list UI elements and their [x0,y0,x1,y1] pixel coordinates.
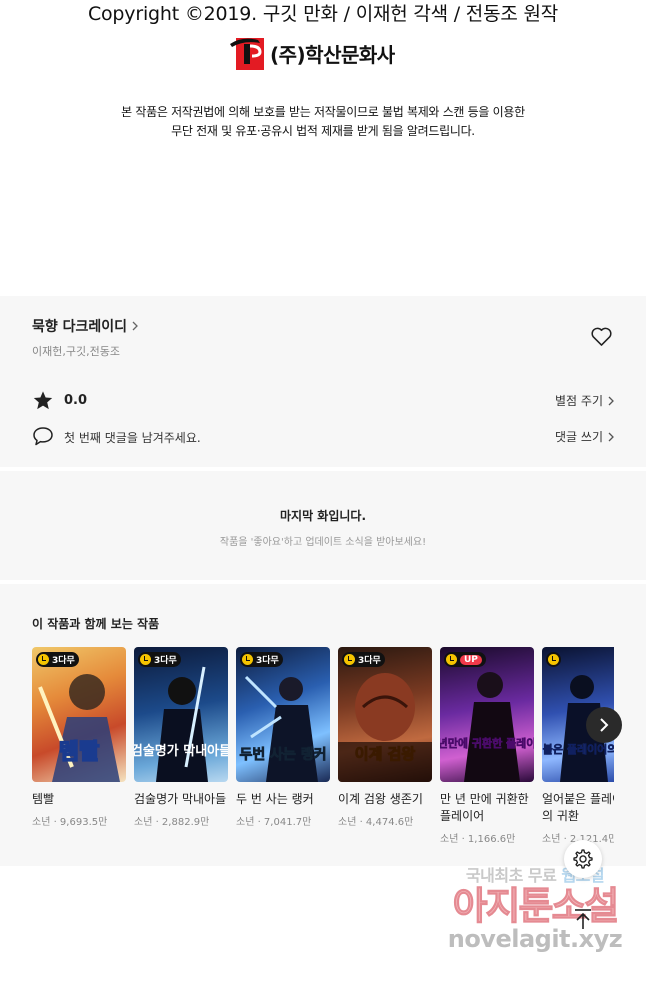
recommend-list: 템빨 3다무 템빨 소년 · 9,693.5만 검술명가 막내아들 3다무 검술… [32,647,614,857]
cover-image: 검술명가 막내아들 3다무 [134,647,228,782]
badge: UP [444,652,486,667]
badge-label: UP [460,654,482,665]
card-meta: 소년 · 9,693.5만 [32,817,108,828]
rate-button-label: 별점 주기 [555,394,603,408]
clock-icon [344,654,355,665]
rate-button[interactable]: 별점 주기 [555,392,614,409]
cover-art: 두번 사는 랭커 [239,675,327,782]
clock-icon [38,654,49,665]
last-episode-box: 마지막 화입니다. 작품을 '좋아요'하고 업데이트 소식을 받아보세요! [0,470,646,580]
badge-label: 3다무 [154,656,177,666]
cover-art: 템빨 [38,674,120,782]
heart-icon[interactable] [590,326,613,347]
copyright-text: Copyright ©2019. 구깃 만화 / 이재헌 각색 / 전동조 원작 [87,3,559,25]
recommend-card[interactable]: 두번 사는 랭커 3다무 두 번 사는 랭커 소년 · 7,041.7만 [236,647,330,828]
badge: 3다무 [138,652,181,667]
work-authors: 이재헌,구깃,전동조 [32,345,120,358]
recommend-card[interactable]: 템빨 3다무 템빨 소년 · 9,693.5만 [32,647,126,828]
recommend-card[interactable]: 얼어붙은 플레이어의 귀환 얼어붙은 플레이어의 귀환 소년 · 2,121.4… [542,647,614,845]
badge: 3다무 [36,652,79,667]
badge-label: 3다무 [358,656,381,666]
haksan-logo-icon [230,38,264,70]
settings-button[interactable] [564,840,602,878]
badge [546,652,561,667]
comment-prompt: 첫 번째 댓글을 남겨주세요. [64,431,201,445]
chevron-right-icon [600,718,609,732]
card-title: 이계 검왕 생존기 [338,792,423,806]
rating-value: 0.0 [64,393,88,408]
recommend-card[interactable]: 이계 검왕 3다무 이계 검왕 생존기 소년 · 4,474.6만 [338,647,432,828]
comment-bubble-icon [33,427,53,446]
card-title: 만 년 만에 귀환한 플레이어 [440,792,529,823]
card-title: 템빨 [32,792,55,806]
recommend-card[interactable]: 만년만에 귀환한 플레이어 UP 만 년 만에 귀환한 플레이어 소년 · 1,… [440,647,534,845]
arrow-up-icon [575,909,591,929]
cover-image: 템빨 3다무 [32,647,126,782]
badge-label: 3다무 [52,656,75,666]
work-info-panel: 묵향 다크레이디 이재헌,구깃,전동조 0.0 별점 주기 첫 번째 댓글을 남… [0,296,646,866]
comment-row: 첫 번째 댓글을 남겨주세요. 댓글 쓰기 [32,426,614,448]
publisher-name: (주)학산문화사 [270,42,395,67]
watermark-text-a: 국내최초 무료 [465,866,562,885]
card-meta: 소년 · 7,041.7만 [236,817,312,828]
chevron-right-icon [608,432,614,441]
badge-label: 3다무 [256,656,279,666]
cover-image: 두번 사는 랭커 3다무 [236,647,330,782]
cover-image: 만년만에 귀환한 플레이어 UP [440,647,534,782]
cover-text: 템빨 [59,740,99,765]
card-meta: 소년 · 4,474.6만 [338,817,414,828]
clock-icon [140,654,151,665]
chevron-right-icon [608,396,614,405]
card-title: 얼어붙은 플레이어의 귀환 [542,792,614,823]
copyright-notice: 본 작품은 저작권법에 의해 보호를 받는 저작물이므로 불법 복제와 스캔 등… [0,103,646,141]
chevron-right-icon [132,321,138,331]
star-icon [33,391,53,410]
card-title: 검술명가 막내아들 [134,792,227,806]
work-title: 묵향 다크레이디 [32,319,128,335]
rating-row: 0.0 별점 주기 [32,390,614,412]
card-title: 두 번 사는 랭커 [236,792,314,806]
cover-text: 만년만에 귀환한 플레이어 [440,736,534,750]
cover-art: 만년만에 귀환한 플레이어 [440,672,534,782]
write-comment-label: 댓글 쓰기 [555,430,603,444]
divider [0,580,646,584]
watermark-line-1: 국내최초 무료 웹소설 [440,862,630,886]
badge: 3다무 [342,652,385,667]
publisher-logo: (주)학산문화사 [228,34,395,72]
card-meta: 소년 · 1,166.6만 [440,834,516,845]
clock-icon [446,654,457,665]
recommend-heading: 이 작품과 함께 보는 작품 [32,617,160,631]
last-episode-subtitle: 작품을 '좋아요'하고 업데이트 소식을 받아보세요! [219,537,427,548]
card-meta: 소년 · 2,882.9만 [134,817,210,828]
cover-text: 얼어붙은 플레이어의 귀환 [542,742,614,756]
carousel-next-button[interactable] [586,707,622,743]
cover-text: 이계 검왕 [355,745,416,763]
cover-text: 검술명가 막내아들 [134,743,228,759]
clock-icon [242,654,253,665]
scroll-top-button[interactable] [564,900,602,938]
notice-line-1: 본 작품은 저작권법에 의해 보호를 받는 저작물이므로 불법 복제와 스캔 등… [121,105,525,119]
cover-art: 이계 검왕 [338,673,432,782]
cover-image: 이계 검왕 3다무 [338,647,432,782]
clock-icon [548,654,559,665]
comic-end-page: Copyright ©2019. 구깃 만화 / 이재헌 각색 / 전동조 원작… [0,0,646,296]
recommend-card[interactable]: 검술명가 막내아들 3다무 검술명가 막내아들 소년 · 2,882.9만 [134,647,228,828]
cover-art: 검술명가 막내아들 [134,666,228,782]
badge: 3다무 [240,652,283,667]
work-title-link[interactable]: 묵향 다크레이디 [32,316,139,336]
notice-line-2: 무단 전재 및 유포·공유시 법적 제재를 받게 됨을 알려드립니다. [171,124,475,138]
last-episode-title: 마지막 화입니다. [279,509,367,523]
write-comment-button[interactable]: 댓글 쓰기 [555,428,614,445]
gear-icon [573,849,593,869]
cover-text: 두번 사는 랭커 [239,746,326,763]
